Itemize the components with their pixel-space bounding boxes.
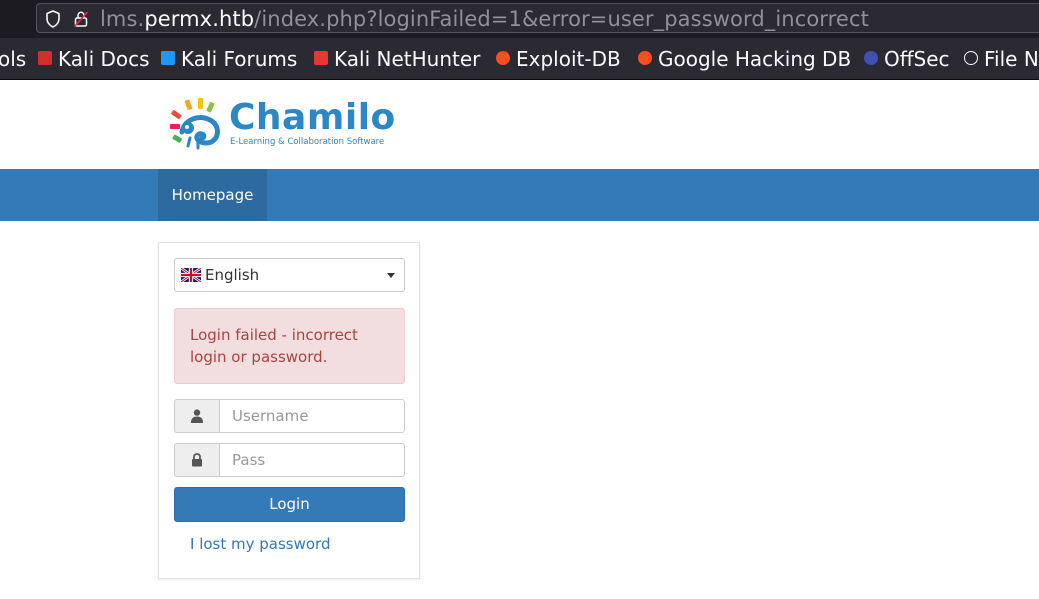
password-addon bbox=[174, 443, 220, 477]
bookmark-label: Kali NetHunter bbox=[334, 47, 481, 71]
exploit-db-icon bbox=[496, 51, 510, 65]
bookmark-label: OffSec bbox=[884, 47, 950, 71]
bookmark-tools[interactable]: ols bbox=[0, 46, 26, 72]
url-path: /index.php?loginFailed=1&error=user_pass… bbox=[254, 7, 869, 31]
globe-icon bbox=[964, 51, 978, 65]
logo-tagline: E-Learning & Collaboration Software bbox=[230, 137, 385, 147]
language-selected-value: English bbox=[205, 266, 260, 284]
bookmark-exploit-db[interactable]: Exploit-DB bbox=[496, 46, 621, 72]
username-group bbox=[174, 399, 405, 433]
bookmark-google-hacking-db[interactable]: Google Hacking DB bbox=[638, 46, 851, 72]
browser-url-bar: lms.permx.htb/index.php?loginFailed=1&er… bbox=[0, 0, 1039, 38]
bookmarks-toolbar: ols Kali Docs Kali Forums Kali NetHunter… bbox=[0, 38, 1039, 80]
bookmark-offsec[interactable]: OffSec bbox=[864, 46, 950, 72]
tracking-shield-icon[interactable] bbox=[45, 10, 61, 28]
bookmark-label: Exploit-DB bbox=[516, 47, 621, 71]
bookmark-label: ols bbox=[0, 47, 27, 71]
chevron-down-icon bbox=[387, 273, 395, 278]
username-input[interactable] bbox=[219, 399, 405, 433]
password-input[interactable] bbox=[219, 443, 405, 477]
bookmark-label: Kali Docs bbox=[58, 47, 150, 71]
insecure-lock-icon[interactable] bbox=[73, 10, 89, 28]
password-group bbox=[174, 443, 405, 477]
bookmark-kali-nethunter[interactable]: Kali NetHunter bbox=[314, 46, 480, 72]
login-error-alert: Login failed - incorrect login or passwo… bbox=[174, 308, 405, 384]
offsec-icon bbox=[864, 51, 878, 65]
language-select[interactable]: English bbox=[174, 258, 405, 292]
url-host: permx.htb bbox=[144, 7, 255, 31]
address-field[interactable]: lms.permx.htb/index.php?loginFailed=1&er… bbox=[36, 3, 1039, 33]
page-header: Chamilo E-Learning & Collaboration Softw… bbox=[0, 80, 1039, 170]
login-panel: English Login failed - incorrect login o… bbox=[158, 242, 420, 579]
bookmark-label: Kali Forums bbox=[181, 47, 298, 71]
user-icon bbox=[191, 409, 203, 423]
kali-docs-icon bbox=[38, 51, 52, 65]
nav-item-homepage[interactable]: Homepage bbox=[158, 169, 267, 221]
kali-forums-icon bbox=[161, 51, 175, 65]
chamilo-chameleon-icon bbox=[170, 98, 220, 150]
bookmark-kali-docs[interactable]: Kali Docs bbox=[38, 46, 150, 72]
bookmark-file[interactable]: File N bbox=[964, 46, 1039, 72]
kali-nethunter-icon bbox=[314, 51, 328, 65]
alert-message: Login failed - incorrect login or passwo… bbox=[190, 326, 358, 366]
uk-flag-icon bbox=[181, 268, 201, 282]
url-text[interactable]: lms.permx.htb/index.php?loginFailed=1&er… bbox=[100, 5, 869, 33]
google-hacking-db-icon bbox=[638, 51, 652, 65]
main-navbar: Homepage bbox=[0, 169, 1039, 221]
lost-password-link[interactable]: I lost my password bbox=[190, 533, 330, 555]
bookmark-label: File N bbox=[984, 47, 1039, 71]
username-addon bbox=[174, 399, 220, 433]
login-button[interactable]: Login bbox=[174, 487, 405, 522]
bookmark-label: Google Hacking DB bbox=[658, 47, 852, 71]
url-subdomain: lms. bbox=[100, 7, 145, 31]
logo-wordmark: Chamilo bbox=[229, 97, 396, 138]
bookmark-kali-forums[interactable]: Kali Forums bbox=[161, 46, 297, 72]
lock-icon bbox=[192, 453, 202, 467]
